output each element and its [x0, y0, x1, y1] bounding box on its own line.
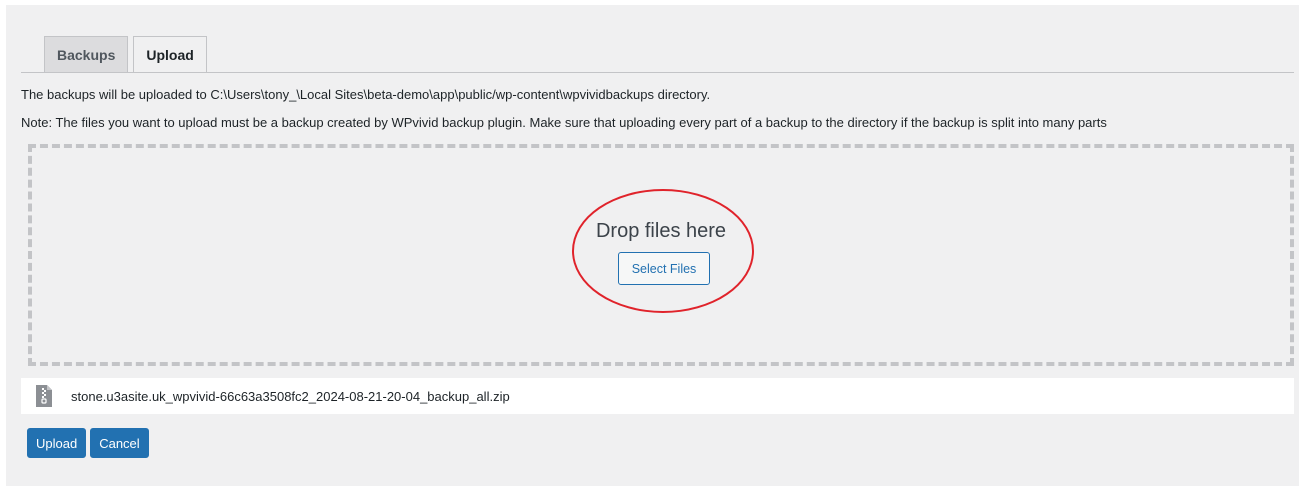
selected-file-row: stone.u3asite.uk_wpvivid-66c63a3508fc2_2…: [21, 378, 1294, 414]
selected-file-name: stone.u3asite.uk_wpvivid-66c63a3508fc2_2…: [71, 388, 510, 404]
dropzone-title: Drop files here: [595, 220, 727, 242]
upload-button[interactable]: Upload: [27, 428, 87, 458]
tab-backups[interactable]: Backups: [44, 36, 129, 72]
upload-note-text: Note: The files you want to upload must …: [21, 115, 1107, 130]
select-files-button[interactable]: Select Files: [618, 252, 710, 285]
cancel-button[interactable]: Cancel: [90, 428, 149, 458]
upload-directory-text: The backups will be uploaded to C:\Users…: [21, 87, 711, 102]
upload-actions: Upload Cancel: [27, 428, 149, 458]
tab-backups-label: Backups: [57, 46, 116, 63]
tab-upload[interactable]: Upload: [133, 36, 207, 73]
tab-bar: Backups Upload: [44, 36, 207, 73]
tab-divider: [21, 72, 1294, 73]
file-dropzone[interactable]: Drop files here Select Files: [28, 144, 1294, 366]
zip-file-icon: [29, 384, 59, 408]
tab-upload-label: Upload: [146, 47, 194, 63]
